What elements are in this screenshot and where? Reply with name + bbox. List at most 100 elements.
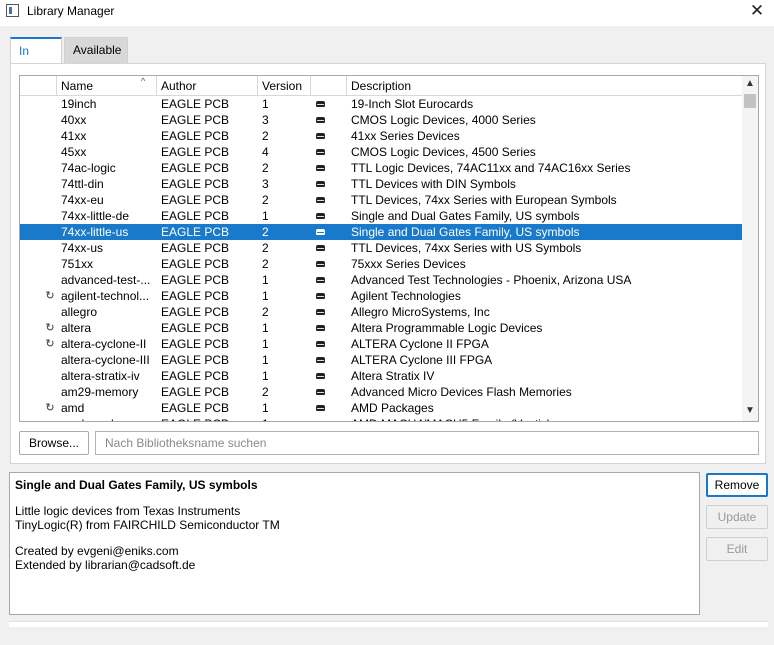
- table-row[interactable]: ↻ altera-cyclone-II EAGLE PCB 1 ALTERA Cyclo…: [20, 336, 742, 352]
- details-line: Created by evgeni@eniks.com: [15, 544, 179, 558]
- update-button[interactable]: Update: [706, 505, 768, 529]
- table-row[interactable]: 74ttl-din EAGLE PCB 3 TTL Devices with DIN …: [20, 176, 742, 192]
- library-table: Name ^ Author Version Description 19inch…: [19, 75, 759, 422]
- scroll-up-icon[interactable]: ▲: [742, 78, 758, 92]
- search-input[interactable]: [95, 431, 759, 455]
- installed-cell: [315, 240, 329, 256]
- installed-cell: [315, 368, 329, 384]
- table-row[interactable]: 74xx-little-de EAGLE PCB 1 Single and Dual …: [20, 208, 742, 224]
- refresh-icon: ↻: [45, 402, 55, 414]
- scroll-down-icon[interactable]: ▼: [742, 405, 758, 419]
- library-version: 1: [262, 337, 269, 351]
- column-header-author[interactable]: Author: [157, 76, 258, 96]
- table-row[interactable]: amd-mach EAGLE PCB 1 AMD MACH4/MACH5 Family…: [20, 416, 742, 421]
- library-name: altera-cyclone-II: [61, 337, 147, 351]
- table-row[interactable]: 40xx EAGLE PCB 3 CMOS Logic Devices, 4000 S…: [20, 112, 742, 128]
- tab-available[interactable]: Available: [64, 37, 128, 63]
- disk-icon: [316, 149, 325, 155]
- table-row[interactable]: 45xx EAGLE PCB 4 CMOS Logic Devices, 4500 S…: [20, 144, 742, 160]
- library-name: allegro: [61, 305, 98, 319]
- disk-icon: [316, 213, 325, 219]
- table-row[interactable]: 74xx-little-us EAGLE PCB 2 Single and Dual …: [20, 224, 742, 240]
- installed-cell: [315, 128, 329, 144]
- library-author: EAGLE PCB: [161, 337, 230, 351]
- column-header-name[interactable]: Name ^: [57, 76, 157, 96]
- status-cell: [42, 208, 58, 224]
- table-row[interactable]: 19inch EAGLE PCB 1 19-Inch Slot Eurocards: [20, 96, 742, 112]
- disk-icon: [316, 357, 325, 363]
- column-header-description[interactable]: Description: [347, 76, 742, 96]
- library-author: EAGLE PCB: [161, 161, 230, 175]
- installed-cell: [315, 304, 329, 320]
- disk-icon: [316, 133, 325, 139]
- disk-icon: [316, 181, 325, 187]
- library-name: advanced-test-...: [61, 273, 151, 287]
- library-name: 74xx-eu: [61, 193, 104, 207]
- table-row[interactable]: altera-stratix-iv EAGLE PCB 1 Altera Strati…: [20, 368, 742, 384]
- browse-button[interactable]: Browse...: [19, 431, 89, 455]
- status-cell: [42, 352, 58, 368]
- library-version: 2: [262, 193, 269, 207]
- library-author: EAGLE PCB: [161, 321, 230, 335]
- installed-cell: [315, 352, 329, 368]
- status-cell: [42, 240, 58, 256]
- table-row[interactable]: ↻ agilent-technol... EAGLE PCB 1 Agilent Tec…: [20, 288, 742, 304]
- vertical-scrollbar[interactable]: ▲ ▼: [742, 76, 758, 421]
- status-cell: [42, 176, 58, 192]
- column-header-installed[interactable]: [311, 76, 347, 96]
- library-version: 1: [262, 97, 269, 111]
- library-description: ALTERA Cyclone III FPGA: [351, 353, 493, 367]
- library-name: altera-cyclone-III: [61, 353, 150, 367]
- status-cell: [42, 416, 58, 421]
- refresh-icon: ↻: [45, 290, 55, 302]
- table-row[interactable]: ↻ amd EAGLE PCB 1 AMD Packages: [20, 400, 742, 416]
- details-line: TinyLogic(R) from FAIRCHILD Semiconducto…: [15, 518, 280, 532]
- disk-icon: [316, 373, 325, 379]
- close-icon[interactable]: ✕: [746, 1, 768, 21]
- library-panel: Name ^ Author Version Description 19inch…: [10, 63, 766, 464]
- disk-icon: [316, 389, 325, 395]
- table-row[interactable]: 74ac-logic EAGLE PCB 2 TTL Logic Devices, 7…: [20, 160, 742, 176]
- installed-cell: [315, 144, 329, 160]
- library-author: EAGLE PCB: [161, 353, 230, 367]
- table-row[interactable]: 751xx EAGLE PCB 2 75xxx Series Devices: [20, 256, 742, 272]
- library-name: 74ac-logic: [61, 161, 116, 175]
- library-version: 1: [262, 416, 310, 421]
- table-row[interactable]: 74xx-us EAGLE PCB 2 TTL Devices, 74xx Serie…: [20, 240, 742, 256]
- library-version: 2: [262, 385, 269, 399]
- table-row[interactable]: altera-cyclone-III EAGLE PCB 1 ALTERA Cyclo…: [20, 352, 742, 368]
- table-row[interactable]: 41xx EAGLE PCB 2 41xx Series Devices: [20, 128, 742, 144]
- library-description: Altera Stratix IV: [351, 369, 435, 383]
- library-name: am29-memory: [61, 385, 139, 399]
- tab-in-use[interactable]: In Use: [10, 37, 62, 82]
- library-description: Agilent Technologies: [351, 289, 461, 303]
- table-row[interactable]: advanced-test-... EAGLE PCB 1 Advanced Test…: [20, 272, 742, 288]
- column-header-status[interactable]: [20, 76, 57, 96]
- status-cell: [42, 304, 58, 320]
- table-row[interactable]: ↻ altera EAGLE PCB 1 Altera Programmable Log…: [20, 320, 742, 336]
- edit-button[interactable]: Edit: [706, 537, 768, 561]
- library-name: 74xx-little-us: [61, 225, 129, 239]
- library-description: 75xxx Series Devices: [351, 257, 466, 271]
- table-row[interactable]: allegro EAGLE PCB 2 Allegro MicroSystems, I…: [20, 304, 742, 320]
- status-cell: [42, 144, 58, 160]
- library-version: 1: [262, 353, 269, 367]
- library-description: Single and Dual Gates Family, US symbols: [351, 209, 580, 223]
- status-cell: [42, 112, 58, 128]
- installed-cell: [315, 272, 329, 288]
- disk-icon: [316, 101, 325, 107]
- installed-cell: [315, 384, 329, 400]
- table-row[interactable]: 74xx-eu EAGLE PCB 2 TTL Devices, 74xx Serie…: [20, 192, 742, 208]
- table-row[interactable]: am29-memory EAGLE PCB 2 Advanced Micro Devi…: [20, 384, 742, 400]
- scroll-thumb[interactable]: [744, 94, 756, 108]
- library-version: 2: [262, 225, 269, 239]
- status-cell: [42, 128, 58, 144]
- disk-icon: [316, 245, 325, 251]
- library-version: 4: [262, 145, 269, 159]
- column-header-version[interactable]: Version: [258, 76, 311, 96]
- library-name: 74xx-us: [61, 241, 104, 255]
- disk-icon: [316, 197, 325, 203]
- remove-button[interactable]: Remove: [706, 473, 768, 497]
- details-line: Extended by librarian@cadsoft.de: [15, 558, 196, 572]
- status-cell: [42, 272, 58, 288]
